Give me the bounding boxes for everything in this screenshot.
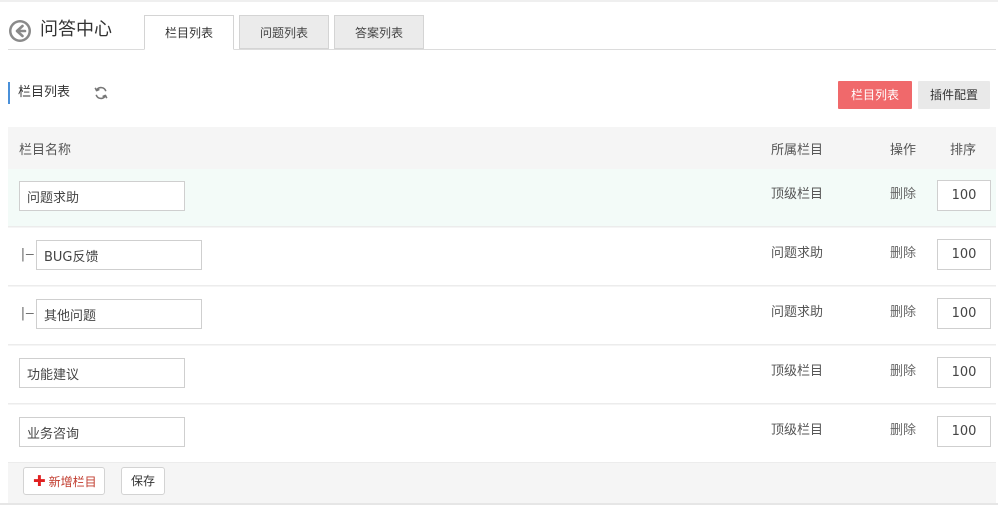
category-name-input[interactable] [19,358,185,388]
add-category-label: 新增栏目 [48,475,97,489]
page-title: 问答中心 [40,19,112,40]
column-header-name: 栏目名称 [19,143,72,158]
parent-category: 顶级栏目 [771,187,824,202]
column-header-parent: 所属栏目 [771,143,824,158]
category-table: 栏目名称 所属栏目 操作 排序 顶级栏目 删除 |— 问题求助 删除 |— 问题… [8,127,996,503]
parent-category: 顶级栏目 [771,364,824,379]
parent-category: 顶级栏目 [771,423,824,438]
parent-category: 问题求助 [771,305,824,320]
section-accent-bar [8,82,10,104]
delete-link[interactable]: 删除 [890,360,916,379]
category-name-input[interactable] [36,240,202,270]
category-name-input[interactable] [36,299,202,329]
category-name-input[interactable] [19,181,185,211]
table-header: 栏目名称 所属栏目 操作 排序 [8,127,996,169]
table-row: 顶级栏目 删除 [8,169,996,227]
column-header-sort: 排序 [950,143,977,158]
section-title: 栏目列表 [18,85,71,100]
sort-order-input[interactable] [937,357,991,388]
sort-order-input[interactable] [937,180,991,211]
tab-question-list[interactable]: 问题列表 [239,15,329,49]
table-row: 顶级栏目 删除 [8,405,996,463]
delete-link[interactable]: 删除 [890,242,916,261]
parent-category: 问题求助 [771,246,824,261]
table-row: 顶级栏目 删除 [8,346,996,404]
tab-category-list[interactable]: 栏目列表 [144,15,234,50]
table-row: |— 问题求助 删除 [8,287,996,345]
add-category-button[interactable]: ✚ 新增栏目 [23,467,105,495]
back-arrow-icon[interactable] [8,19,32,43]
category-name-input[interactable] [19,417,185,447]
refresh-icon[interactable] [94,86,108,100]
column-header-action: 操作 [890,143,917,158]
plugin-config-button[interactable]: 插件配置 [918,81,990,109]
tree-indent-marker: |— [19,306,34,321]
delete-link[interactable]: 删除 [890,419,916,438]
table-row: |— 问题求助 删除 [8,228,996,286]
tab-answer-list[interactable]: 答案列表 [334,15,424,49]
sort-order-input[interactable] [937,239,991,270]
sort-order-input[interactable] [937,298,991,329]
plus-icon: ✚ [33,472,46,490]
delete-link[interactable]: 删除 [890,183,916,202]
delete-link[interactable]: 删除 [890,301,916,320]
sort-order-input[interactable] [937,416,991,447]
top-divider [0,0,998,2]
save-button[interactable]: 保存 [121,467,165,495]
tree-indent-marker: |— [19,247,34,262]
category-list-button[interactable]: 栏目列表 [838,81,912,109]
